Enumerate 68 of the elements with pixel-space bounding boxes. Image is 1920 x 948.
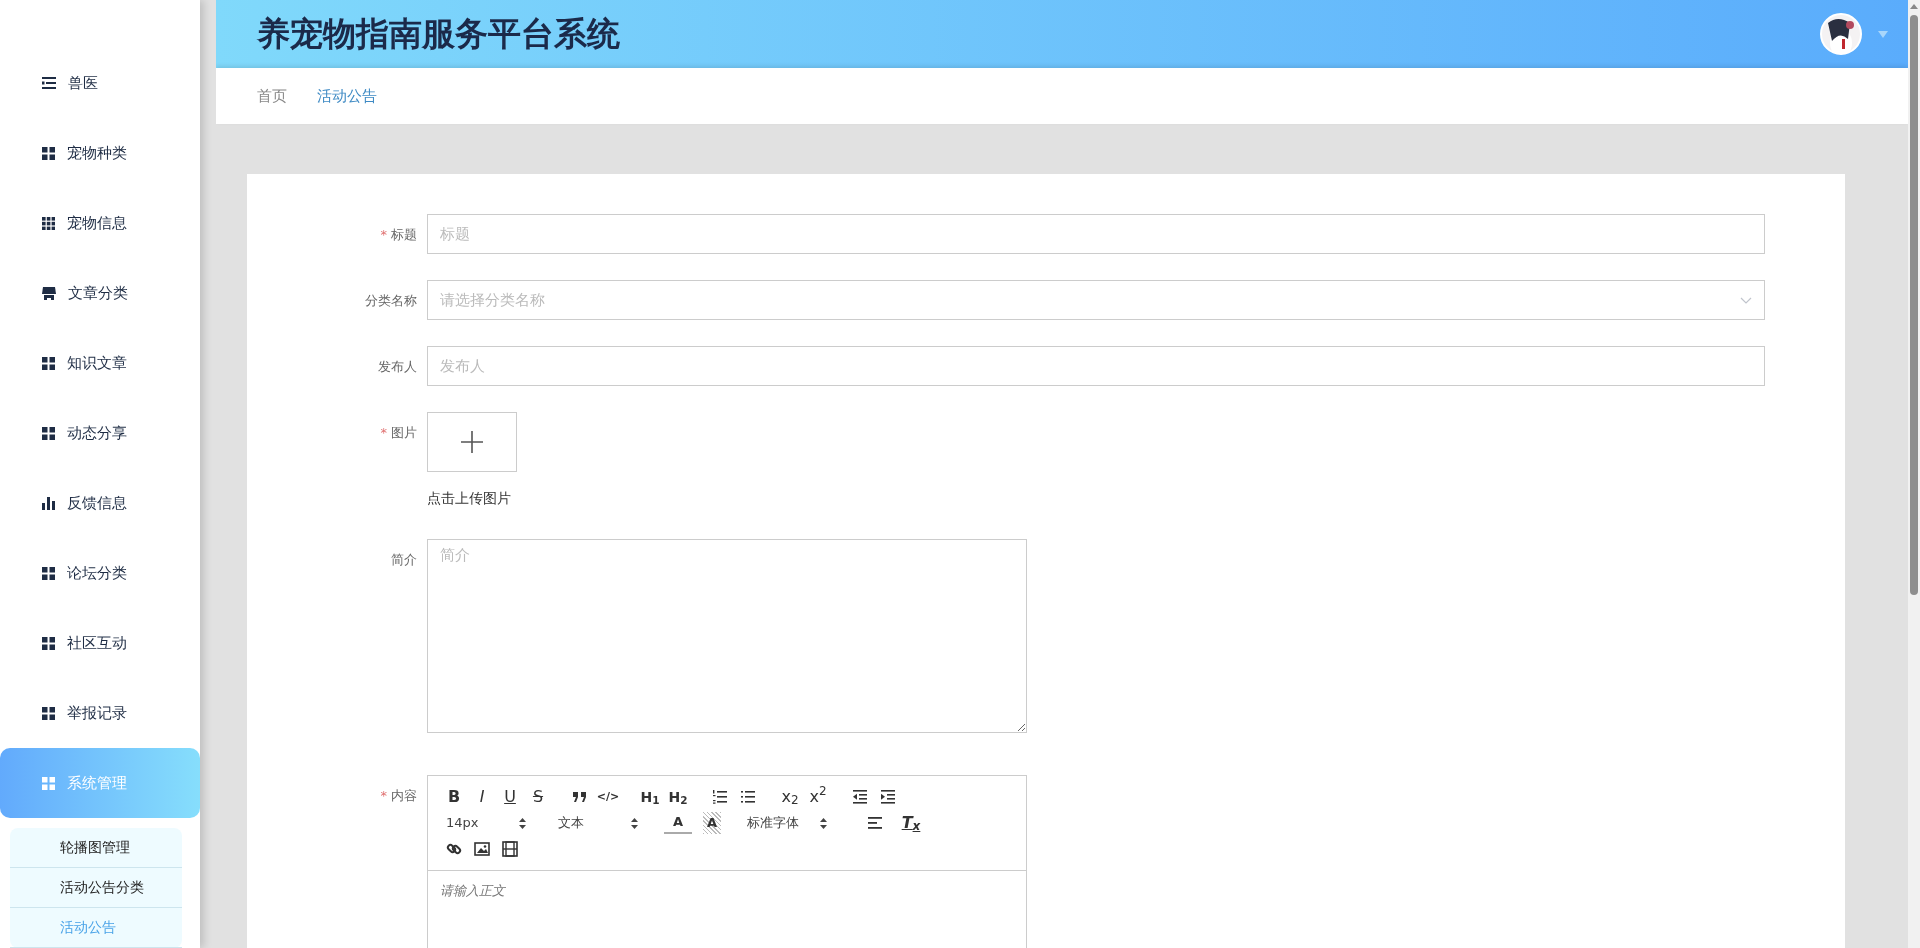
scrollbar-thumb[interactable] [1910,15,1918,595]
grid-icon [42,776,55,790]
app-title: 养宠物指南服务平台系统 [257,14,620,54]
heading-button[interactable]: H$_{1}$ [636,786,664,808]
text-area[interactable]: 简介 [427,539,1027,733]
link-icon [446,841,462,857]
strikethrough-button[interactable]: S [524,786,552,808]
bold-button[interactable]: B [440,786,468,808]
sidebar-item[interactable]: 动态分享 [0,398,200,468]
picker-dropdown[interactable]: 14px [440,813,538,833]
field-label: 发布人 [377,358,417,376]
scroll-up-arrow-icon [1910,4,1918,9]
sidebar-item[interactable]: 反馈信息 [0,468,200,538]
sidebar-item[interactable]: 文章分类 [0,258,200,328]
text-color-button[interactable]: A [664,812,692,834]
input-field[interactable]: 发布人 [427,346,1765,386]
submenu-item[interactable]: 轮播图管理 [10,828,182,868]
grid-icon [42,426,55,440]
image-icon [474,841,490,857]
field-label: * 标题 [379,226,417,244]
sidebar-item[interactable]: 宠物种类 [0,118,200,188]
picker-dropdown[interactable]: 文本 [552,813,650,833]
align-left-icon [867,815,883,831]
grid-icon [42,146,55,160]
grid-icon [42,636,55,650]
code-button[interactable]: </> [594,786,622,808]
sidebar-item[interactable]: 知识文章 [0,328,200,398]
script-button[interactable]: x$_{2}$ [776,786,804,808]
submenu-item[interactable]: 活动公告分类 [10,868,182,908]
field-label: * 内容 [379,787,417,805]
sidebar-item[interactable]: 社区互动 [0,608,200,678]
sort-caret-icon [519,817,526,829]
heading-button[interactable]: H$_{2}$ [664,786,692,808]
clear-format-button[interactable]: T$_{x}$ [897,812,925,834]
editor-input[interactable]: 请输入正文 [428,871,1026,948]
sort-caret-icon [820,817,827,829]
script-button[interactable]: x$^{2}$ [804,786,832,808]
grid-icon [42,356,55,370]
store-icon [42,286,56,300]
field-label: * 图片 [379,424,417,442]
underline-button[interactable]: U [496,786,524,808]
input-field[interactable]: 标题 [427,214,1765,254]
video-icon [502,841,518,857]
upload-hint: 点击上传图片 [427,489,512,508]
italic-button[interactable]: I [468,786,496,808]
field-label: 分类名称 [364,292,417,310]
sidebar-item[interactable]: 论坛分类 [0,538,200,608]
grid-icon [42,566,55,580]
apps-icon [42,216,55,230]
quote-icon [572,789,588,805]
bullet-list-icon [740,789,756,805]
list-icon [42,77,56,89]
sidebar-item[interactable]: 兽医 [0,48,200,118]
sort-caret-icon [631,817,638,829]
outdent-icon [852,789,868,805]
sidebar-item[interactable]: 宠物信息 [0,188,200,258]
background-color-button[interactable]: A [703,812,721,834]
breadcrumb-link[interactable]: 活动公告 [317,84,377,108]
field-label: 简介 [390,551,417,569]
picker-dropdown[interactable]: 标准字体 [741,813,839,833]
breadcrumb-link[interactable]: 首页 [257,84,287,108]
bar-chart-icon [42,496,55,510]
plus-icon [461,431,483,453]
numbered-list-icon [712,789,728,805]
indent-icon [880,789,896,805]
grid-icon [42,706,55,720]
chevron-down-icon [1740,296,1752,304]
sidebar-item[interactable]: 举报记录 [0,678,200,748]
